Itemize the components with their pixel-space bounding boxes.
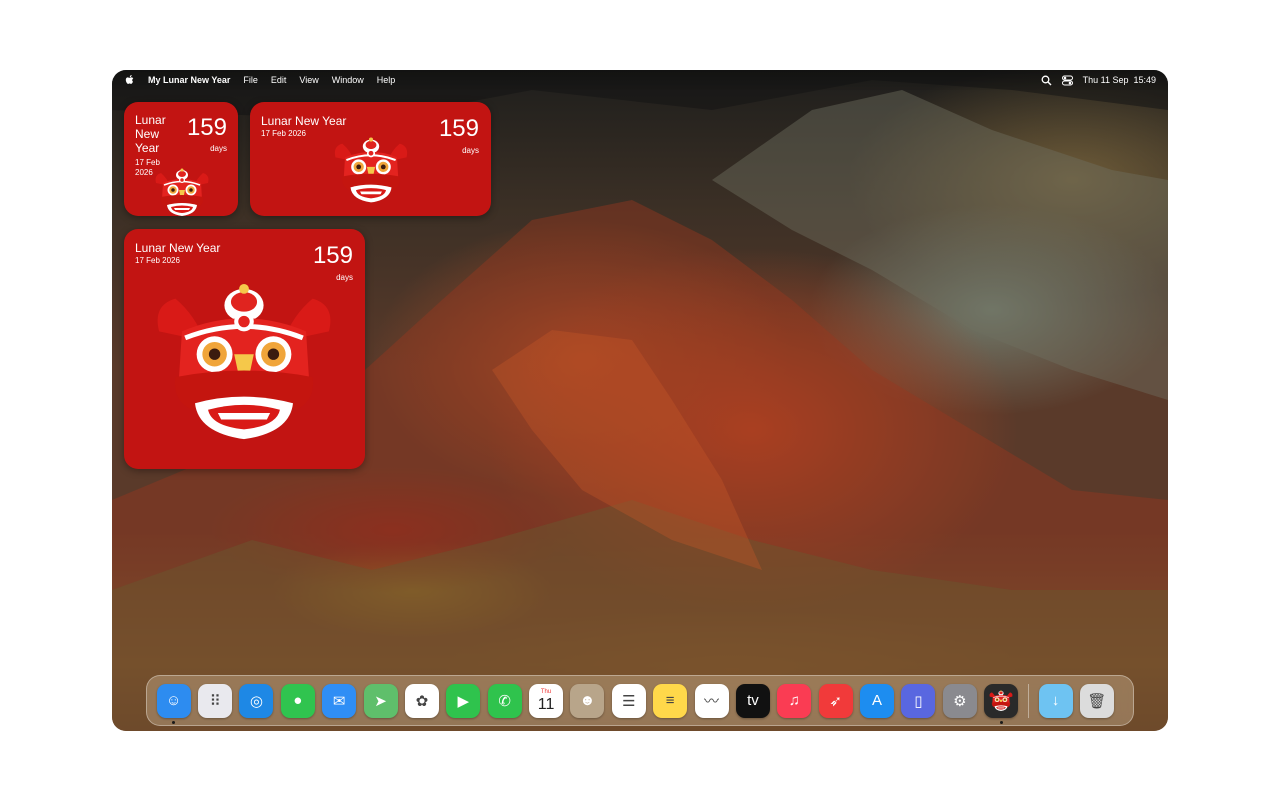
music-icon[interactable]: ♫ [777, 683, 812, 718]
calendar-weekday: Thu [540, 688, 552, 695]
widget-small[interactable]: Lunar New Year 17 Feb 2026 159 days [124, 102, 238, 216]
dock: ☺ ⠿ ◎ ● ✉ ➤ ✿ ▶ ✆ Thu 11 ☻ ☰ ≡ 〰 tv ♫ ➶ A ▯ ⚙ ↓ 🗑 [146, 675, 1134, 726]
desktop: My Lunar New Year File Edit View Window … [112, 70, 1168, 731]
rocketsim-icon[interactable]: ➶ [818, 683, 853, 718]
maps-icon[interactable]: ➤ [363, 683, 398, 718]
lion-dance-icon [146, 269, 342, 459]
reminders-icon[interactable]: ☰ [611, 683, 646, 718]
notes-icon[interactable]: ≡ [653, 683, 688, 718]
simulator-icon[interactable]: ▯ [901, 683, 936, 718]
menu-help[interactable]: Help [377, 75, 396, 85]
phone-icon[interactable]: ✆ [487, 683, 522, 718]
finder-icon[interactable]: ☺ [156, 683, 191, 718]
menu-edit[interactable]: Edit [271, 75, 287, 85]
lunar-new-year-app-icon[interactable] [984, 683, 1019, 718]
mail-icon[interactable]: ✉ [322, 683, 357, 718]
widget-large-date: 17 Feb 2026 [135, 256, 180, 265]
spotlight-search-icon[interactable] [1041, 75, 1052, 86]
widget-medium-unit: days [462, 146, 479, 155]
calendar-icon[interactable]: Thu 11 [529, 683, 564, 718]
freeform-icon[interactable]: 〰 [694, 683, 729, 718]
widget-medium-date: 17 Feb 2026 [261, 129, 306, 138]
widget-medium-title: Lunar New Year [261, 114, 347, 128]
trash-icon[interactable]: 🗑 [1079, 683, 1114, 718]
facetime-icon[interactable]: ▶ [446, 683, 481, 718]
dock-separator [1027, 683, 1029, 718]
menu-bar: My Lunar New Year File Edit View Window … [112, 70, 1168, 90]
widget-small-count: 159 [186, 114, 227, 141]
widget-small-unit: days [210, 144, 227, 153]
control-center-icon[interactable] [1061, 75, 1073, 86]
tv-icon[interactable]: tv [735, 683, 770, 718]
launchpad-icon[interactable]: ⠿ [198, 683, 233, 718]
widget-large-count: 159 [312, 242, 353, 269]
widget-large-title: Lunar New Year [135, 241, 221, 255]
widget-medium-count: 159 [438, 115, 479, 142]
menu-clock[interactable]: Thu 11 Sep 15:49 [1083, 75, 1156, 85]
messages-icon[interactable]: ● [280, 683, 315, 718]
app-store-icon[interactable]: A [860, 683, 895, 718]
photos-icon[interactable]: ✿ [404, 683, 439, 718]
lion-dance-icon [989, 689, 1013, 711]
safari-icon[interactable]: ◎ [239, 683, 274, 718]
lion-dance-icon [154, 168, 210, 216]
running-indicator [172, 720, 176, 724]
calendar-day: 11 [537, 695, 555, 713]
menu-file[interactable]: File [243, 75, 258, 85]
menu-window[interactable]: Window [332, 75, 364, 85]
widget-small-title: Lunar New Year [135, 113, 166, 155]
menu-view[interactable]: View [299, 75, 318, 85]
downloads-folder-icon[interactable]: ↓ [1038, 683, 1073, 718]
running-indicator [999, 720, 1003, 724]
lion-dance-icon [333, 136, 409, 204]
apple-menu-icon[interactable] [124, 74, 136, 86]
system-settings-icon[interactable]: ⚙ [942, 683, 977, 718]
widget-medium[interactable]: Lunar New Year 17 Feb 2026 159 days [250, 102, 491, 216]
widget-large[interactable]: Lunar New Year 17 Feb 2026 159 days [124, 229, 365, 469]
contacts-icon[interactable]: ☻ [570, 683, 605, 718]
menu-app-name[interactable]: My Lunar New Year [148, 75, 230, 85]
